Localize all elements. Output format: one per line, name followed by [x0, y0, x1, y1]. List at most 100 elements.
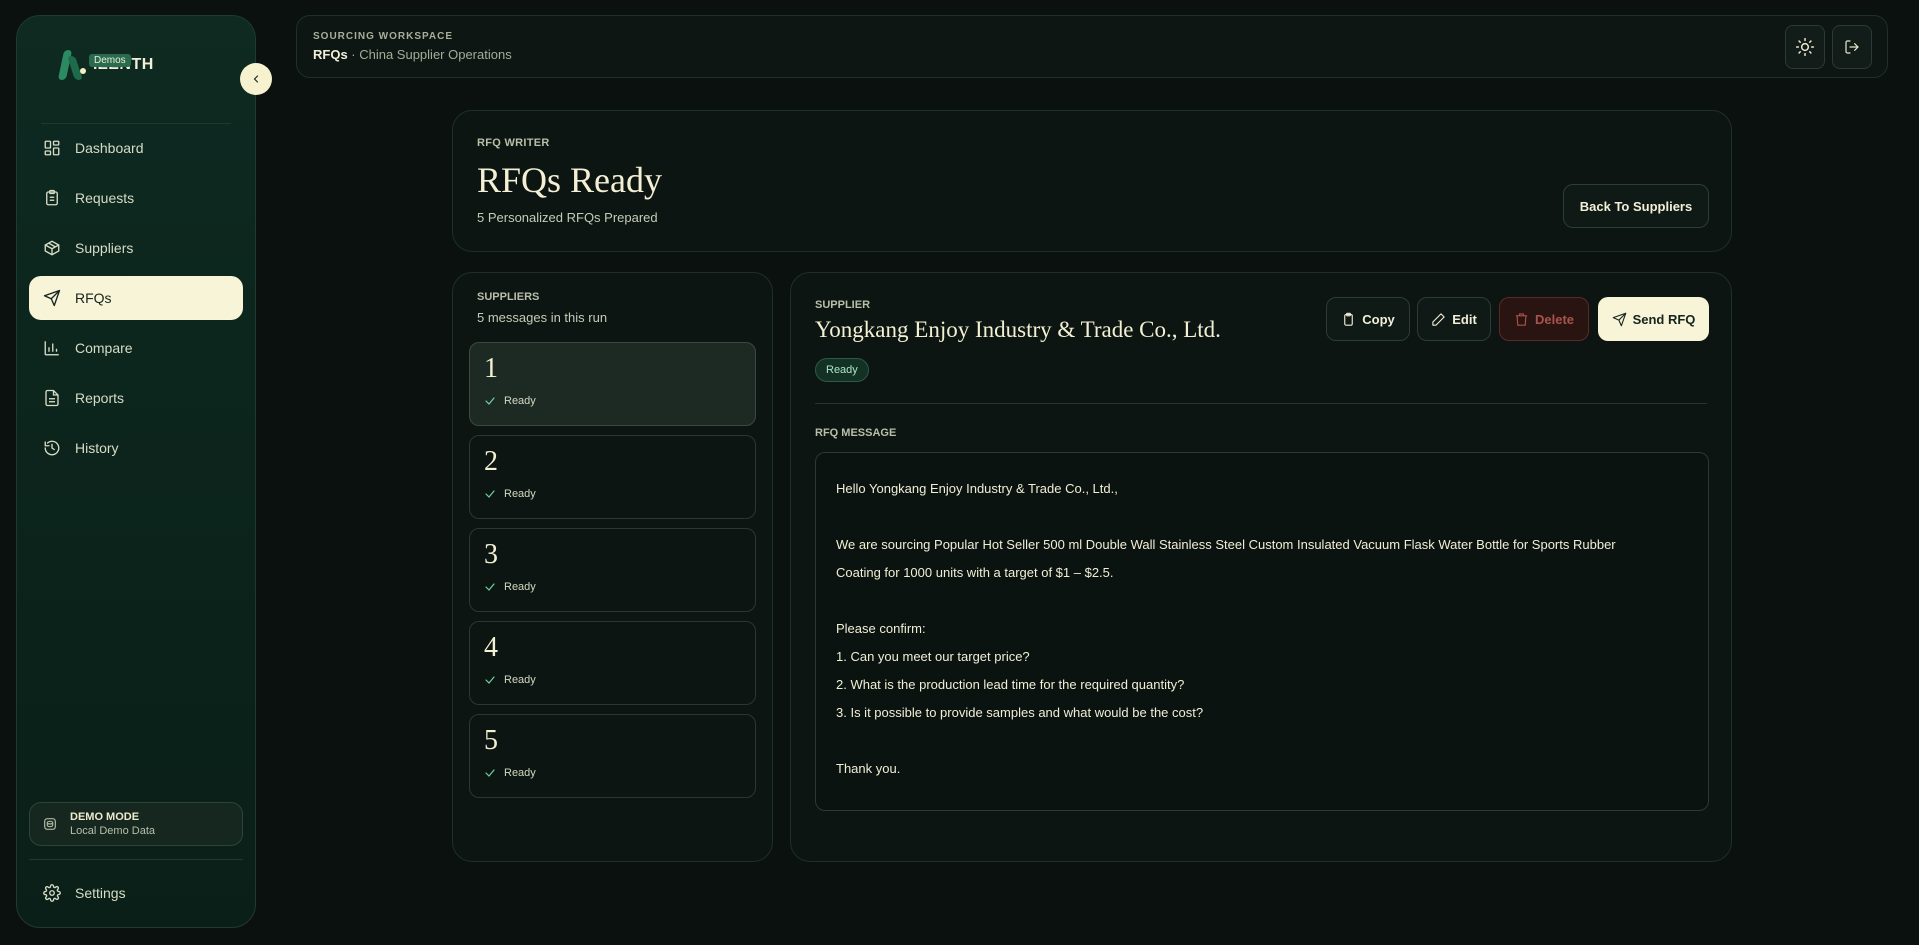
nav-item-rfqs[interactable]: RFQs — [29, 276, 243, 320]
message-line — [836, 587, 1688, 615]
send-icon — [43, 289, 61, 307]
demo-mode-title: DEMO MODE — [70, 811, 140, 823]
suppliers-panel: SUPPLIERS 5 messages in this run 1 Ready… — [452, 272, 773, 862]
delete-button-label: Delete — [1534, 311, 1575, 327]
supplier-number: 2 — [484, 446, 498, 477]
nav-item-reports[interactable]: Reports — [29, 376, 243, 420]
supplier-name: Yongkang Enjoy Industry & Trade Co., Ltd… — [815, 317, 1221, 342]
nav-label-history: History — [75, 440, 119, 456]
suppliers-subtitle: 5 messages in this run — [477, 310, 608, 325]
demo-mode-indicator[interactable]: DEMO MODE Local Demo Data — [29, 802, 243, 846]
supplier-kicker: SUPPLIER — [815, 299, 871, 311]
nav-item-settings[interactable]: Settings — [29, 871, 243, 915]
page-title: RFQs Ready — [477, 160, 663, 200]
sidebar-divider — [41, 123, 231, 124]
supplier-number: 4 — [484, 632, 498, 663]
supplier-status: Ready — [484, 488, 536, 500]
message-line: Please confirm: — [836, 621, 926, 636]
supplier-status-label: Ready — [504, 488, 536, 500]
supplier-list-item[interactable]: 3 Ready — [469, 528, 756, 612]
supplier-list-item[interactable]: 1 Ready — [469, 342, 756, 426]
file-text-icon — [45, 389, 59, 407]
check-icon — [485, 676, 495, 684]
send-rfq-button-label: Send RFQ — [1632, 311, 1696, 327]
demo-mode-subtitle: Local Demo Data — [70, 825, 155, 837]
delete-button[interactable]: Delete — [1499, 297, 1589, 341]
clipboard-icon — [46, 189, 58, 206]
status-badge: Ready — [815, 358, 869, 382]
nav-item-dashboard[interactable]: Dashboard — [29, 126, 243, 170]
rfq-detail-panel: SUPPLIER Yongkang Enjoy Industry & Trade… — [790, 272, 1732, 862]
supplier-status: Ready — [484, 395, 536, 407]
check-icon — [485, 397, 495, 405]
back-to-suppliers-button[interactable]: Back To Suppliers — [1563, 184, 1709, 228]
detail-divider — [815, 403, 1707, 404]
rfq-message-body[interactable]: Hello Yongkang Enjoy Industry & Trade Co… — [815, 452, 1709, 811]
copy-button[interactable]: Copy — [1326, 297, 1410, 341]
suppliers-kicker: SUPPLIERS — [477, 291, 540, 303]
supplier-list-item[interactable]: 2 Ready — [469, 435, 756, 519]
supplier-status: Ready — [484, 674, 536, 686]
database-icon — [44, 818, 56, 830]
page-subtitle: 5 Personalized RFQs Prepared — [477, 210, 658, 225]
check-icon — [485, 583, 495, 591]
logo-mark-icon — [57, 46, 87, 82]
message-line: Coating for 1000 units with a target of … — [836, 565, 1114, 580]
bar-chart-icon — [44, 341, 59, 356]
nav-item-suppliers[interactable]: Suppliers — [29, 226, 243, 270]
breadcrumb: RFQs · China Supplier Operations — [313, 47, 512, 62]
nav-item-history[interactable]: History — [29, 426, 243, 470]
rfq-writer-kicker: RFQ WRITER — [477, 137, 550, 149]
edit-button[interactable]: Edit — [1417, 297, 1491, 341]
message-line — [836, 503, 1688, 531]
package-icon — [44, 240, 60, 256]
theme-toggle-button[interactable] — [1785, 25, 1825, 69]
nav-label-settings: Settings — [75, 885, 126, 901]
copy-button-label: Copy — [1362, 311, 1395, 327]
logout-button[interactable] — [1832, 25, 1872, 69]
supplier-number: 5 — [484, 725, 498, 756]
rfq-message-kicker: RFQ MESSAGE — [815, 427, 897, 439]
top-bar: SOURCING WORKSPACE RFQs · China Supplier… — [296, 15, 1888, 78]
nav-label-requests: Requests — [75, 190, 135, 206]
supplier-status-label: Ready — [504, 581, 536, 593]
supplier-list-item[interactable]: 4 Ready — [469, 621, 756, 705]
dashboard-icon — [44, 140, 60, 156]
send-icon — [1612, 312, 1626, 326]
send-rfq-button[interactable]: Send RFQ — [1598, 297, 1709, 341]
nav-label-suppliers: Suppliers — [75, 240, 134, 256]
trash-icon — [1515, 312, 1528, 326]
clipboard-copy-icon — [1344, 312, 1354, 326]
rfq-writer-header: RFQ WRITER RFQs Ready 5 Personalized RFQ… — [452, 110, 1732, 252]
nav-item-compare[interactable]: Compare — [29, 326, 243, 370]
nav-label-dashboard: Dashboard — [75, 140, 144, 156]
message-line: 1. Can you meet our target price? — [836, 649, 1030, 664]
supplier-status-label: Ready — [504, 395, 536, 407]
sidebar-divider-bottom — [29, 859, 243, 860]
nav-label-rfqs: RFQs — [75, 290, 112, 306]
logo-badge: Demos — [89, 54, 131, 67]
supplier-status-label: Ready — [504, 674, 536, 686]
supplier-list-item[interactable]: 5 Ready — [469, 714, 756, 798]
message-line: 3. Is it possible to provide samples and… — [836, 705, 1204, 720]
sun-icon — [1795, 37, 1815, 57]
sidebar: IZENTH Demos Dashboard Requests Supplier… — [16, 15, 272, 928]
nav-label-reports: Reports — [75, 390, 125, 406]
nav-label-compare: Compare — [75, 340, 133, 356]
message-line: 2. What is the production lead time for … — [836, 677, 1185, 692]
supplier-status-label: Ready — [504, 767, 536, 779]
breadcrumb-current[interactable]: RFQs — [313, 47, 348, 62]
supplier-status: Ready — [484, 581, 536, 593]
logout-icon — [1845, 40, 1859, 54]
edit-button-label: Edit — [1452, 311, 1477, 327]
breadcrumb-context: · China Supplier Operations — [347, 47, 512, 62]
gear-icon — [43, 884, 61, 902]
check-icon — [485, 490, 495, 498]
chevron-left-icon — [253, 75, 259, 83]
pencil-icon — [1432, 312, 1445, 326]
nav-item-requests[interactable]: Requests — [29, 176, 243, 220]
collapse-sidebar-button[interactable] — [240, 63, 272, 95]
supplier-number: 3 — [484, 539, 498, 570]
supplier-status: Ready — [484, 767, 536, 779]
supplier-number: 1 — [484, 353, 498, 384]
